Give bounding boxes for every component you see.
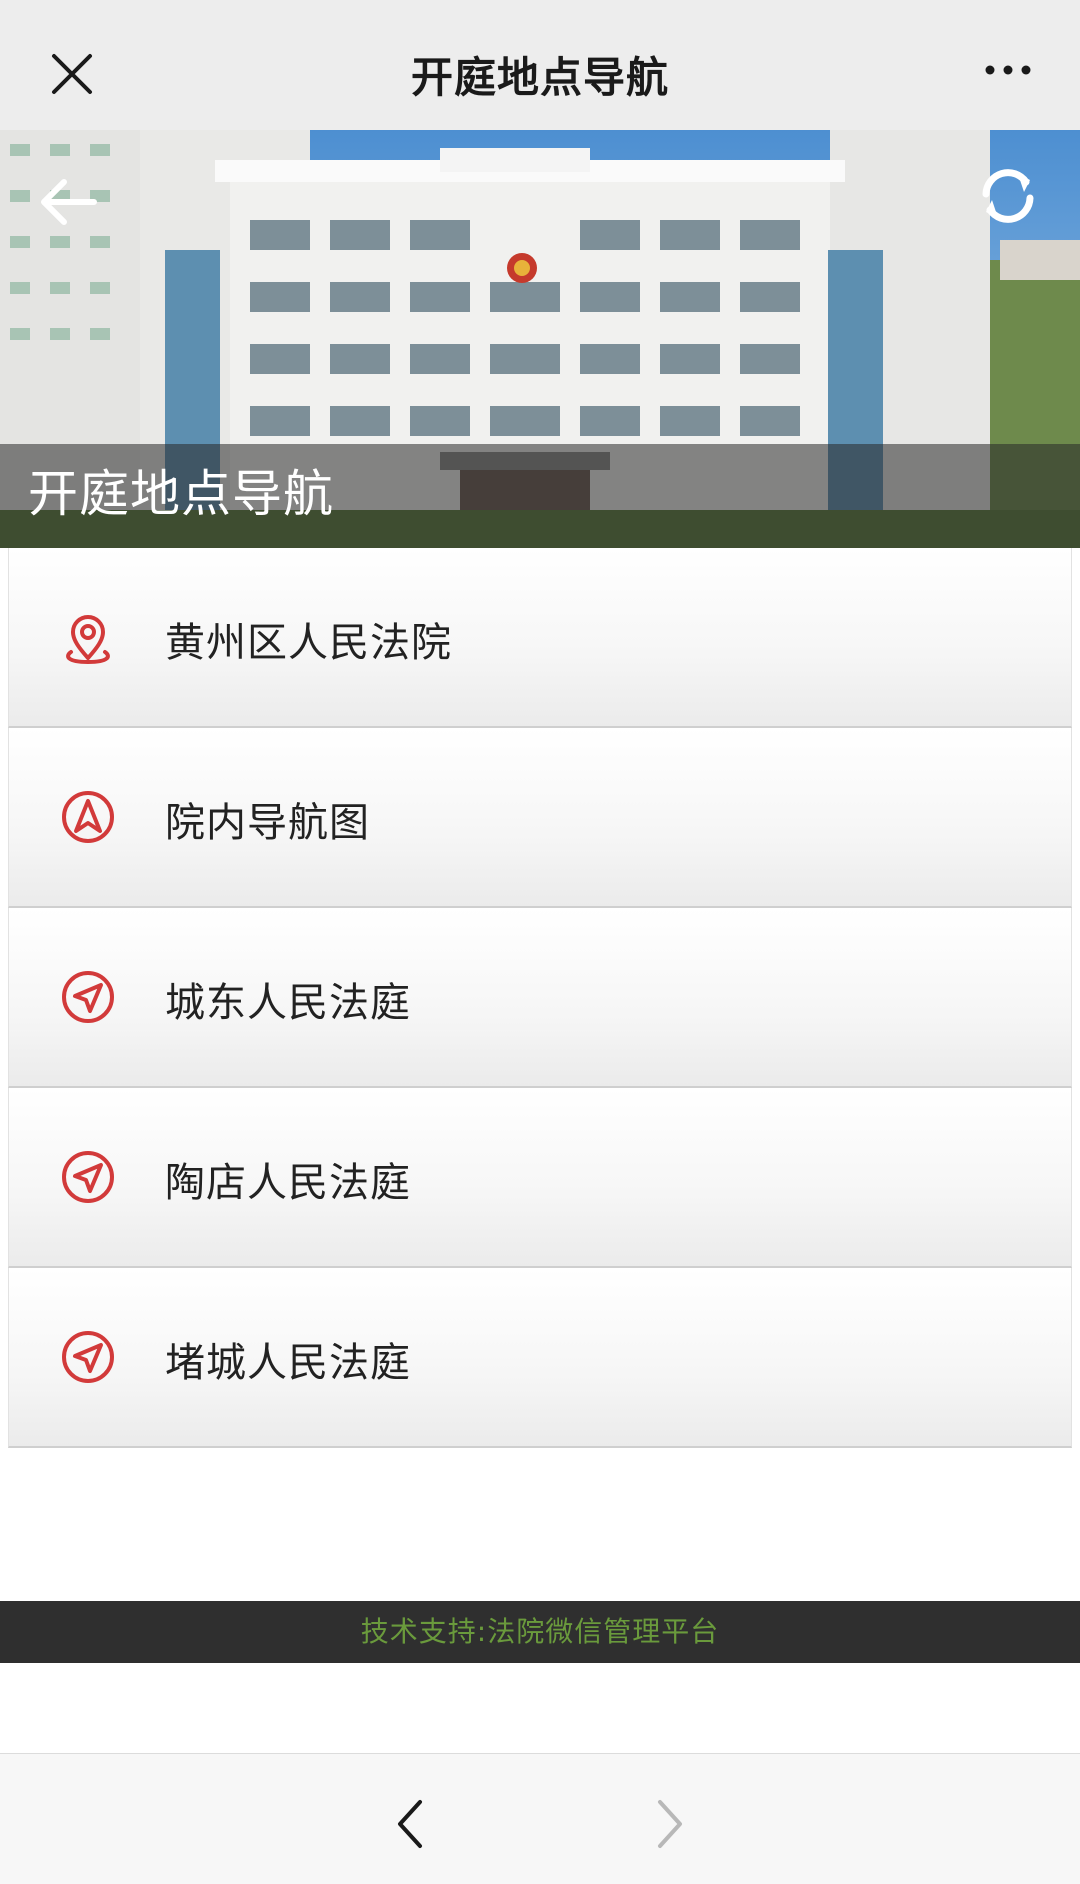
- chevron-right-icon[interactable]: [650, 1796, 690, 1852]
- list-item-taodian-tribunal[interactable]: 陶店人民法庭: [8, 1088, 1072, 1268]
- refresh-icon[interactable]: [972, 160, 1044, 232]
- list-item-ducheng-tribunal[interactable]: 堵城人民法庭: [8, 1268, 1072, 1448]
- hero-caption-bar: 开庭地点导航: [0, 444, 1080, 548]
- list-item-label: 堵城人民法庭: [165, 1340, 411, 1386]
- chevron-left-icon[interactable]: [390, 1796, 430, 1852]
- list-item-chengdong-tribunal[interactable]: 城东人民法庭: [8, 908, 1072, 1088]
- browser-toolbar: [0, 1753, 1080, 1884]
- location-pin-icon: [66, 615, 110, 665]
- tech-support-footer: 技术支持:法院微信管理平台: [0, 1601, 1080, 1663]
- footer-text: 技术支持:法院微信管理平台: [360, 1615, 720, 1648]
- list-item-label: 黄州区人民法院: [165, 620, 452, 666]
- list-item-label: 城东人民法庭: [165, 980, 411, 1026]
- location-list: 黄州区人民法院 院内导航图 城东人民法庭 陶店人民法庭 堵城人民法庭: [8, 548, 1072, 1448]
- send-arrow-icon: [62, 1331, 114, 1383]
- navigation-compass-icon: [62, 791, 114, 843]
- hero-banner: 开庭地点导航: [0, 130, 1080, 548]
- hero-caption: 开庭地点导航: [28, 465, 334, 523]
- list-item-label: 陶店人民法庭: [165, 1160, 411, 1206]
- send-arrow-icon: [62, 1151, 114, 1203]
- more-icon[interactable]: [984, 60, 1032, 80]
- list-item-court-map[interactable]: 院内导航图: [8, 728, 1072, 908]
- back-arrow-icon[interactable]: [36, 170, 100, 234]
- top-navigation-bar: 开庭地点导航: [0, 0, 1080, 130]
- list-item-label: 院内导航图: [165, 800, 370, 846]
- list-item-huangzhou-court[interactable]: 黄州区人民法院: [8, 548, 1072, 728]
- send-arrow-icon: [62, 971, 114, 1023]
- page-title: 开庭地点导航: [410, 53, 669, 102]
